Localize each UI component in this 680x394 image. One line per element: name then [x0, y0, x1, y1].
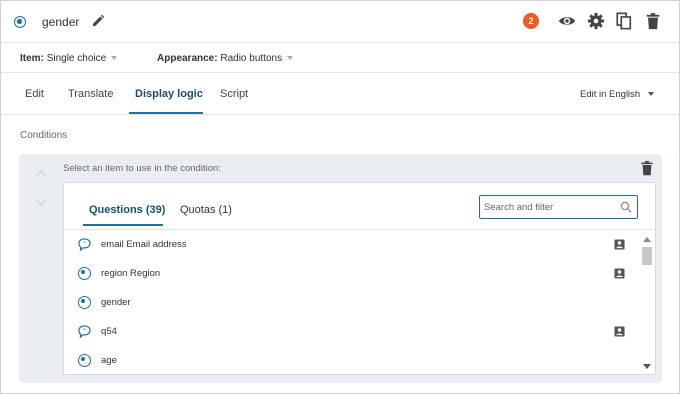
list-item[interactable]: gender — [64, 288, 639, 317]
gear-icon[interactable] — [587, 12, 605, 30]
properties-bar: Item: Single choice Appearance: Radio bu… — [1, 43, 679, 73]
item-type-select[interactable]: Item: Single choice — [20, 53, 118, 64]
active-tab-indicator — [83, 224, 163, 226]
tab-translate[interactable]: Translate — [68, 88, 113, 100]
editor-tabs: Edit Translate Display logic Script Edit… — [1, 73, 679, 115]
question-header: gender 2 — [1, 1, 679, 43]
person-card-icon — [614, 326, 625, 337]
trash-icon[interactable] — [644, 12, 662, 30]
radio-icon — [78, 267, 91, 280]
open-text-icon: " — [78, 325, 91, 338]
trash-icon[interactable] — [639, 159, 655, 177]
list-item-label: email Email address — [101, 239, 187, 250]
active-tab-indicator — [129, 112, 203, 114]
tab-script[interactable]: Script — [220, 88, 248, 100]
list-item[interactable]: " email Email address — [64, 230, 639, 259]
move-down-icon[interactable] — [35, 194, 47, 206]
tab-questions[interactable]: Questions (39) — [89, 204, 165, 216]
condition-panel: Select an item to use in the condition: … — [19, 154, 662, 383]
scrollbar[interactable] — [640, 233, 654, 373]
list-item-label: q54 — [101, 326, 117, 337]
conditions-label: Conditions — [20, 130, 68, 141]
radio-icon — [78, 296, 91, 309]
tab-quotas[interactable]: Quotas (1) — [180, 204, 232, 216]
chevron-down-icon — [287, 56, 294, 61]
list-item[interactable]: region Region — [64, 259, 639, 288]
select-item-hint: Select an item to use in the condition: — [63, 163, 221, 174]
item-picker: Questions (39) Quotas (1) " email Email … — [63, 182, 656, 375]
search-input[interactable] — [484, 200, 612, 215]
list-item-label: age — [101, 355, 117, 366]
radio-icon — [78, 354, 91, 367]
open-text-icon: " — [78, 238, 91, 251]
list-item-label: region Region — [101, 268, 161, 279]
person-card-icon — [614, 239, 625, 250]
question-editor: gender 2 Item: Single choice Appearance:… — [0, 0, 680, 394]
scrollbar-thumb[interactable] — [642, 247, 652, 265]
svg-text:": " — [83, 328, 86, 334]
edit-language-select[interactable]: Edit in English — [580, 89, 640, 100]
radio-question-icon — [14, 16, 26, 28]
appearance-select[interactable]: Appearance: Radio buttons — [157, 53, 294, 64]
search-icon[interactable] — [620, 201, 632, 213]
chevron-down-icon[interactable] — [648, 92, 654, 96]
pencil-icon[interactable] — [91, 14, 105, 28]
list-item[interactable]: " q54 — [64, 317, 639, 346]
appearance-value: Radio buttons — [220, 53, 283, 64]
item-value: Single choice — [46, 53, 107, 64]
question-list: " email Email address region Region gend… — [64, 230, 639, 375]
person-card-icon — [614, 268, 625, 279]
notification-badge[interactable]: 2 — [523, 13, 539, 29]
list-item-label: gender — [101, 297, 131, 308]
question-name[interactable]: gender — [42, 15, 79, 29]
chevron-down-icon — [111, 56, 118, 61]
appearance-label: Appearance: — [157, 53, 218, 64]
tab-display-logic[interactable]: Display logic — [135, 88, 203, 100]
tab-edit[interactable]: Edit — [25, 88, 44, 100]
move-up-icon[interactable] — [35, 170, 47, 182]
search-box[interactable] — [479, 195, 638, 219]
svg-text:": " — [83, 241, 86, 247]
scroll-up-arrow-icon[interactable] — [643, 237, 651, 242]
list-item[interactable]: age — [64, 346, 639, 375]
scroll-down-arrow-icon[interactable] — [643, 364, 651, 369]
eye-icon[interactable] — [558, 12, 576, 30]
item-label: Item: — [20, 53, 44, 64]
copy-icon[interactable] — [615, 12, 633, 30]
